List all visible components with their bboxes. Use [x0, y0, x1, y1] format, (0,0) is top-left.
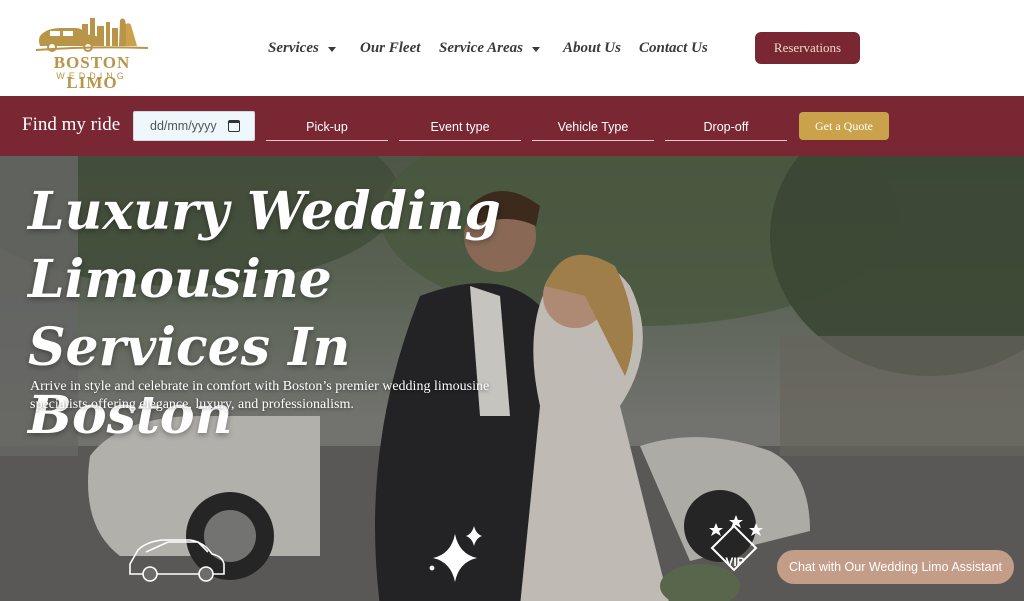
caret-down-icon	[327, 46, 336, 52]
hero-title-line: Luxury Wedding	[28, 181, 501, 242]
limo-logo-icon	[36, 18, 148, 52]
reservations-button[interactable]: Reservations	[755, 32, 860, 64]
nav-our-fleet[interactable]: Our Fleet	[360, 38, 420, 58]
site-header: BOSTON LIMO WEDDING Services Our Fleet S…	[0, 0, 1024, 96]
chat-assistant-button[interactable]: Chat with Our Wedding Limo Assistant	[777, 550, 1014, 584]
nav-contact-us[interactable]: Contact Us	[639, 38, 708, 58]
caret-down-icon	[532, 46, 541, 52]
calendar-icon[interactable]	[228, 120, 240, 132]
nav-about-us[interactable]: About Us	[563, 38, 621, 58]
date-input[interactable]: dd/mm/yyyy	[133, 111, 255, 141]
hero-section: Luxury Wedding Limousine Services In Bos…	[0, 156, 1024, 601]
get-quote-button[interactable]: Get a Quote	[799, 112, 889, 140]
nav-contact-us-label: Contact Us	[639, 39, 708, 56]
hero-subtitle: Arrive in style and celebrate in comfort…	[30, 379, 490, 412]
nav-services-label: Services	[268, 39, 319, 56]
hero-title-line: Limousine	[28, 249, 332, 310]
vehicle-type-field[interactable]: Vehicle Type	[532, 113, 654, 141]
event-type-field[interactable]: Event type	[399, 113, 521, 141]
nav-our-fleet-label: Our Fleet	[360, 39, 421, 56]
nav-services[interactable]: Services	[268, 38, 336, 58]
nav-about-us-label: About Us	[563, 39, 621, 56]
find-ride-bar: Find my ride dd/mm/yyyy Pick-up Event ty…	[0, 96, 1024, 156]
date-placeholder: dd/mm/yyyy	[150, 119, 217, 133]
dropoff-field[interactable]: Drop-off	[665, 113, 787, 141]
nav-service-areas-label: Service Areas	[439, 39, 524, 56]
site-logo[interactable]: BOSTON LIMO WEDDING	[28, 14, 156, 92]
pickup-field[interactable]: Pick-up	[266, 113, 388, 141]
vip-badge-label: VIP	[725, 555, 745, 569]
nav-service-areas[interactable]: Service Areas	[439, 38, 541, 58]
logo-sub: WEDDING	[56, 71, 128, 81]
find-ride-title: Find my ride	[22, 114, 121, 135]
